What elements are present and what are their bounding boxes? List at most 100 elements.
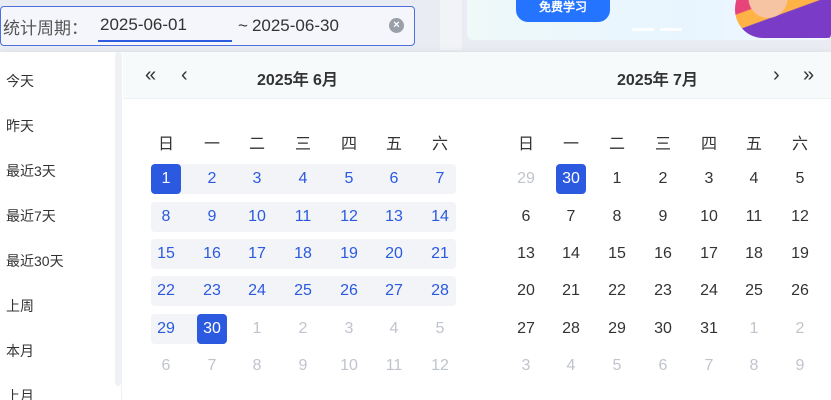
day-cell[interactable]: 30 xyxy=(648,314,678,344)
day-cell[interactable]: 9 xyxy=(648,202,678,232)
day-cell[interactable]: 7 xyxy=(556,202,586,232)
day-cell[interactable]: 5 xyxy=(425,314,455,344)
day-cell[interactable]: 1 xyxy=(242,314,272,344)
day-cell[interactable]: 29 xyxy=(602,314,632,344)
day-cell[interactable]: 13 xyxy=(379,202,409,232)
day-cell[interactable]: 7 xyxy=(425,164,455,194)
shortcut-last-month[interactable]: 上月 xyxy=(6,386,34,400)
shortcut-last-week[interactable]: 上周 xyxy=(6,296,34,316)
carousel-dot[interactable] xyxy=(660,28,682,31)
day-cell[interactable]: 9 xyxy=(288,351,318,381)
day-cell[interactable]: 5 xyxy=(334,164,364,194)
start-date-input[interactable]: 2025-06-01 xyxy=(98,10,232,42)
day-cell[interactable]: 30 xyxy=(556,164,586,194)
day-cell[interactable]: 30 xyxy=(197,314,227,344)
day-cell[interactable]: 24 xyxy=(242,276,272,306)
free-learn-button[interactable]: 免费学习 xyxy=(516,0,610,22)
clear-icon[interactable]: × xyxy=(389,18,404,33)
day-cell[interactable]: 22 xyxy=(602,276,632,306)
day-cell[interactable]: 8 xyxy=(602,202,632,232)
day-cell[interactable]: 26 xyxy=(785,276,815,306)
day-cell[interactable]: 3 xyxy=(334,314,364,344)
day-cell[interactable]: 18 xyxy=(739,239,769,269)
date-range-field[interactable]: 统计周期： 2025-06-01 ~ 2025-06-30 × xyxy=(0,6,415,46)
day-cell[interactable]: 31 xyxy=(694,314,724,344)
day-cell[interactable]: 27 xyxy=(511,314,541,344)
day-cell[interactable]: 9 xyxy=(197,202,227,232)
day-cell[interactable]: 16 xyxy=(648,239,678,269)
day-cell[interactable]: 15 xyxy=(151,239,181,269)
day-cell[interactable]: 10 xyxy=(242,202,272,232)
day-cell[interactable]: 9 xyxy=(785,351,815,381)
next-year-icon[interactable]: » xyxy=(803,62,814,88)
day-cell[interactable]: 10 xyxy=(694,202,724,232)
day-cell[interactable]: 3 xyxy=(511,351,541,381)
day-cell[interactable]: 2 xyxy=(197,164,227,194)
day-cell[interactable]: 11 xyxy=(288,202,318,232)
day-cell[interactable]: 3 xyxy=(242,164,272,194)
day-cell[interactable]: 8 xyxy=(242,351,272,381)
day-cell[interactable]: 1 xyxy=(151,164,181,194)
day-cell[interactable]: 25 xyxy=(288,276,318,306)
carousel-dot[interactable] xyxy=(632,28,654,31)
day-cell[interactable]: 6 xyxy=(511,202,541,232)
day-cell[interactable]: 8 xyxy=(151,202,181,232)
day-cell[interactable]: 15 xyxy=(602,239,632,269)
day-cell[interactable]: 24 xyxy=(694,276,724,306)
shortcut-this-month[interactable]: 本月 xyxy=(6,341,34,361)
day-cell[interactable]: 17 xyxy=(694,239,724,269)
shortcut-scrollbar[interactable] xyxy=(115,52,121,386)
end-date-input[interactable]: 2025-06-30 xyxy=(252,16,339,36)
day-cell[interactable]: 4 xyxy=(556,351,586,381)
prev-month-icon[interactable]: ‹ xyxy=(181,62,188,88)
day-cell[interactable]: 7 xyxy=(694,351,724,381)
promo-banner[interactable]: 免费学习 xyxy=(467,0,831,40)
day-cell[interactable]: 10 xyxy=(334,351,364,381)
day-cell[interactable]: 14 xyxy=(556,239,586,269)
day-cell[interactable]: 18 xyxy=(288,239,318,269)
day-cell[interactable]: 4 xyxy=(379,314,409,344)
day-cell[interactable]: 6 xyxy=(379,164,409,194)
shortcut-last-30-days[interactable]: 最近30天 xyxy=(6,251,64,271)
day-cell[interactable]: 25 xyxy=(739,276,769,306)
day-cell[interactable]: 12 xyxy=(334,202,364,232)
day-cell[interactable]: 4 xyxy=(739,164,769,194)
day-cell[interactable]: 21 xyxy=(425,239,455,269)
day-cell[interactable]: 27 xyxy=(379,276,409,306)
day-cell[interactable]: 26 xyxy=(334,276,364,306)
day-cell[interactable]: 6 xyxy=(648,351,678,381)
day-cell[interactable]: 20 xyxy=(511,276,541,306)
shortcut-yesterday[interactable]: 昨天 xyxy=(6,116,34,136)
shortcut-today[interactable]: 今天 xyxy=(6,71,34,91)
shortcut-last-7-days[interactable]: 最近7天 xyxy=(6,206,56,226)
day-cell[interactable]: 13 xyxy=(511,239,541,269)
day-cell[interactable]: 8 xyxy=(739,351,769,381)
day-cell[interactable]: 11 xyxy=(739,202,769,232)
day-cell[interactable]: 20 xyxy=(379,239,409,269)
day-cell[interactable]: 6 xyxy=(151,351,181,381)
day-cell[interactable]: 29 xyxy=(511,164,541,194)
day-cell[interactable]: 21 xyxy=(556,276,586,306)
day-cell[interactable]: 17 xyxy=(242,239,272,269)
day-cell[interactable]: 2 xyxy=(785,314,815,344)
prev-year-icon[interactable]: « xyxy=(145,62,156,88)
day-cell[interactable]: 1 xyxy=(739,314,769,344)
day-cell[interactable]: 28 xyxy=(425,276,455,306)
day-cell[interactable]: 5 xyxy=(785,164,815,194)
day-cell[interactable]: 14 xyxy=(425,202,455,232)
day-cell[interactable]: 16 xyxy=(197,239,227,269)
day-cell[interactable]: 23 xyxy=(197,276,227,306)
next-month-icon[interactable]: › xyxy=(773,62,780,88)
day-cell[interactable]: 12 xyxy=(785,202,815,232)
day-cell[interactable]: 2 xyxy=(648,164,678,194)
day-cell[interactable]: 2 xyxy=(288,314,318,344)
day-cell[interactable]: 11 xyxy=(379,351,409,381)
shortcut-last-3-days[interactable]: 最近3天 xyxy=(6,161,56,181)
day-cell[interactable]: 1 xyxy=(602,164,632,194)
day-cell[interactable]: 28 xyxy=(556,314,586,344)
day-cell[interactable]: 23 xyxy=(648,276,678,306)
day-cell[interactable]: 7 xyxy=(197,351,227,381)
day-cell[interactable]: 19 xyxy=(334,239,364,269)
day-cell[interactable]: 12 xyxy=(425,351,455,381)
day-cell[interactable]: 4 xyxy=(288,164,318,194)
